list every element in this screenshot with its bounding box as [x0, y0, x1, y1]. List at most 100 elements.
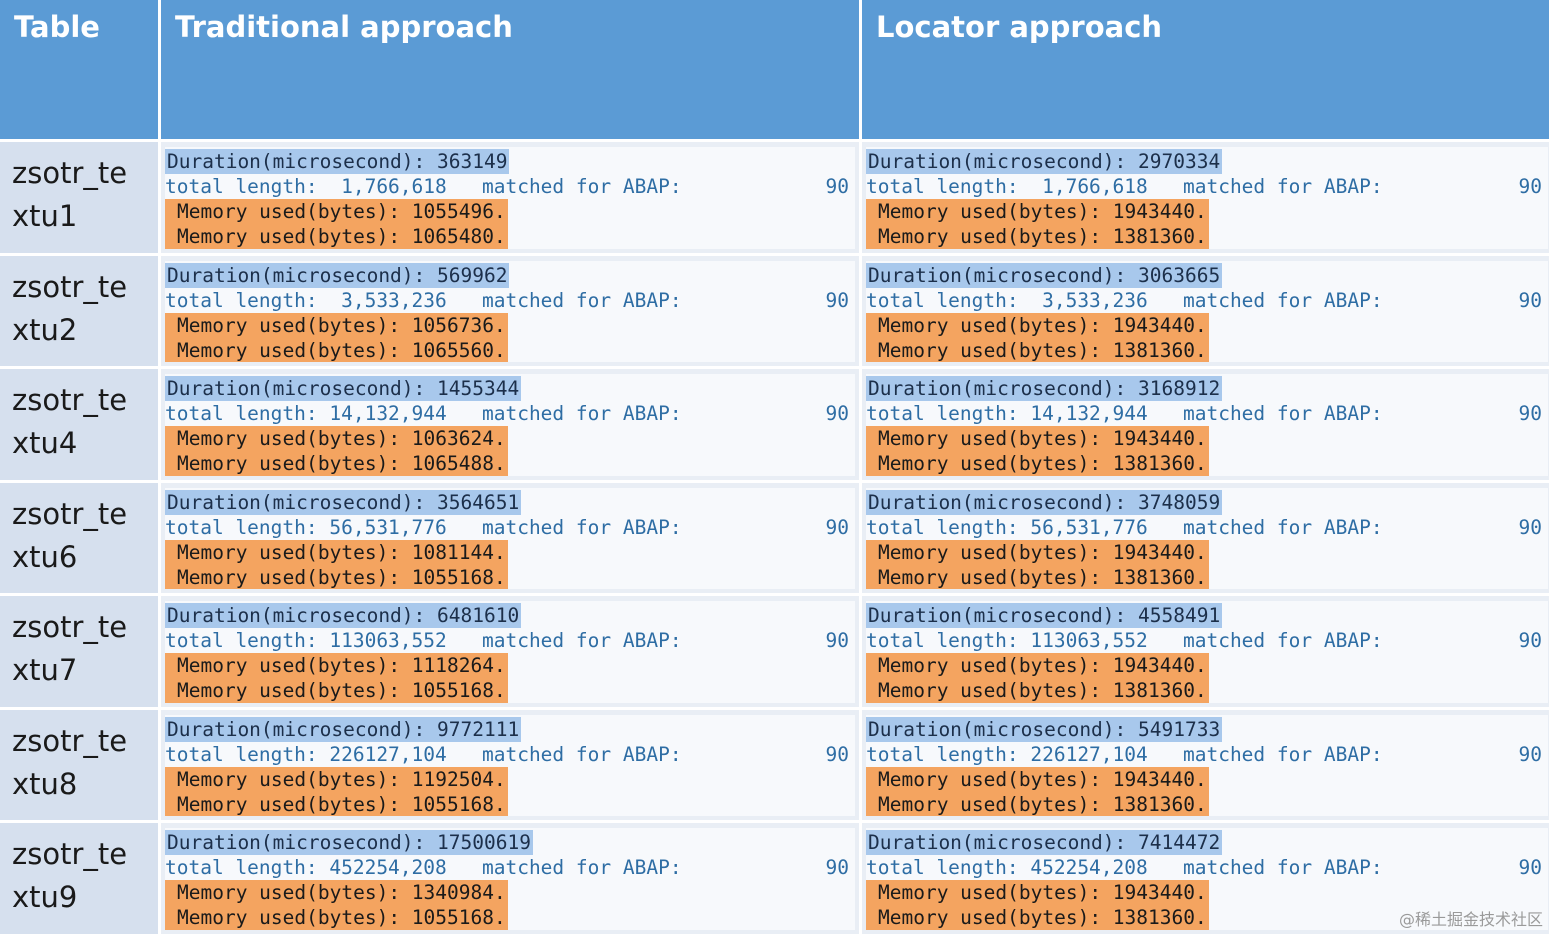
total-length-text: total length: 14,132,944 matched for ABA…	[866, 402, 1383, 426]
locator-result-cell: Duration(microsecond): 4558491 total leng…	[862, 596, 1549, 707]
matched-count: 90	[825, 856, 849, 880]
duration-line: Duration(microsecond): 7414472	[866, 830, 1548, 856]
duration-text: Duration(microsecond): 3168912	[866, 376, 1223, 402]
matched-count: 90	[1518, 515, 1542, 539]
result-log: Duration(microsecond): 6481610 total leng…	[165, 601, 855, 703]
traditional-result-cell: Duration(microsecond): 569962 total lengt…	[161, 255, 859, 367]
result-log: Duration(microsecond): 3564651 total leng…	[165, 487, 855, 590]
total-length-text: total length: 3,533,236 matched for ABAP…	[866, 288, 1383, 312]
duration-text: Duration(microsecond): 3748059	[866, 489, 1223, 515]
memory-line-2: Memory used(bytes): 1065480.	[165, 224, 855, 249]
memory-text: Memory used(bytes): 1943440.	[866, 426, 1209, 452]
memory-text: Memory used(bytes): 1381360.	[866, 337, 1209, 363]
duration-text: Duration(microsecond): 6481610	[165, 603, 522, 629]
total-length-line: total length: 113063,552 matched for ABA…	[165, 628, 855, 653]
memory-text: Memory used(bytes): 1943440.	[866, 880, 1209, 906]
result-log: Duration(microsecond): 569962 total lengt…	[165, 260, 855, 363]
total-length-line: total length: 1,766,618 matched for ABAP…	[165, 174, 855, 199]
memory-text: Memory used(bytes): 1381360.	[866, 451, 1209, 476]
matched-count: 90	[825, 402, 849, 426]
duration-text: Duration(microsecond): 7414472	[866, 830, 1223, 856]
memory-line-1: Memory used(bytes): 1055496.	[165, 199, 855, 224]
duration-line: Duration(microsecond): 3063665	[866, 262, 1548, 288]
memory-line-1: Memory used(bytes): 1063624.	[165, 426, 855, 452]
duration-line: Duration(microsecond): 2970334	[866, 149, 1548, 174]
table-name-cell: zsotr_te xtu8	[0, 709, 158, 821]
memory-text: Memory used(bytes): 1943440.	[866, 539, 1209, 565]
total-length-line: total length: 452254,208 matched for ABA…	[866, 855, 1548, 880]
memory-text: Memory used(bytes): 1381360.	[866, 224, 1209, 249]
comparison-table: Table Traditional approach Locator appro…	[0, 0, 1549, 934]
duration-text: Duration(microsecond): 9772111	[165, 716, 522, 742]
matched-count: 90	[1518, 742, 1542, 766]
duration-text: Duration(microsecond): 17500619	[165, 830, 533, 856]
total-length-line: total length: 1,766,618 matched for ABAP…	[866, 174, 1548, 199]
memory-text: Memory used(bytes): 1063624.	[165, 426, 508, 452]
memory-text: Memory used(bytes): 1943440.	[866, 199, 1209, 224]
memory-text: Memory used(bytes): 1118264.	[165, 653, 508, 679]
memory-line-1: Memory used(bytes): 1056736.	[165, 312, 855, 338]
memory-line-2: Memory used(bytes): 1381360.	[866, 678, 1548, 703]
matched-count: 90	[1518, 175, 1542, 198]
header-locator-approach: Locator approach	[862, 0, 1549, 139]
matched-count: 90	[825, 629, 849, 653]
memory-line-2: Memory used(bytes): 1055168.	[165, 791, 855, 817]
matched-count: 90	[1518, 856, 1542, 880]
memory-line-1: Memory used(bytes): 1118264.	[165, 653, 855, 679]
duration-text: Duration(microsecond): 3063665	[866, 262, 1223, 288]
result-log: Duration(microsecond): 4558491 total leng…	[866, 601, 1548, 703]
memory-line-1: Memory used(bytes): 1943440.	[866, 312, 1548, 338]
total-length-line: total length: 226127,104 matched for ABA…	[866, 742, 1548, 767]
duration-line: Duration(microsecond): 569962	[165, 262, 855, 288]
result-log: Duration(microsecond): 3748059 total leng…	[866, 487, 1548, 590]
memory-text: Memory used(bytes): 1381360.	[866, 905, 1209, 930]
memory-line-2: Memory used(bytes): 1381360.	[866, 451, 1548, 476]
memory-line-1: Memory used(bytes): 1943440.	[866, 766, 1548, 792]
table-name-cell: zsotr_te xtu1	[0, 142, 158, 253]
duration-text: Duration(microsecond): 5491733	[866, 716, 1223, 742]
duration-line: Duration(microsecond): 9772111	[165, 716, 855, 742]
memory-text: Memory used(bytes): 1065560.	[165, 337, 508, 363]
memory-line-1: Memory used(bytes): 1943440.	[866, 199, 1548, 224]
memory-text: Memory used(bytes): 1055496.	[165, 199, 508, 224]
duration-text: Duration(microsecond): 569962	[165, 262, 510, 288]
total-length-text: total length: 113063,552 matched for ABA…	[165, 629, 682, 653]
duration-text: Duration(microsecond): 1455344	[165, 376, 522, 402]
total-length-line: total length: 452254,208 matched for ABA…	[165, 855, 855, 880]
result-log: Duration(microsecond): 2970334 total leng…	[866, 147, 1548, 249]
total-length-line: total length: 226127,104 matched for ABA…	[165, 742, 855, 767]
matched-count: 90	[825, 288, 849, 312]
matched-count: 90	[825, 175, 849, 198]
total-length-text: total length: 56,531,776 matched for ABA…	[165, 515, 682, 539]
locator-result-cell: Duration(microsecond): 3748059 total leng…	[862, 482, 1549, 594]
memory-line-2: Memory used(bytes): 1065560.	[165, 337, 855, 363]
locator-result-cell: Duration(microsecond): 2970334 total leng…	[862, 142, 1549, 253]
duration-text: Duration(microsecond): 3564651	[165, 489, 522, 515]
memory-line-1: Memory used(bytes): 1081144.	[165, 539, 855, 565]
result-log: Duration(microsecond): 3063665 total leng…	[866, 260, 1548, 363]
memory-text: Memory used(bytes): 1056736.	[165, 312, 508, 338]
total-length-text: total length: 226127,104 matched for ABA…	[866, 742, 1383, 766]
memory-line-1: Memory used(bytes): 1340984.	[165, 880, 855, 906]
duration-line: Duration(microsecond): 3168912	[866, 376, 1548, 402]
duration-line: Duration(microsecond): 3564651	[165, 489, 855, 515]
memory-line-1: Memory used(bytes): 1943440.	[866, 653, 1548, 679]
memory-line-2: Memory used(bytes): 1055168.	[165, 564, 855, 590]
traditional-result-cell: Duration(microsecond): 363149 total lengt…	[161, 142, 859, 253]
header-traditional-approach: Traditional approach	[161, 0, 859, 139]
total-length-text: total length: 1,766,618 matched for ABAP…	[165, 175, 682, 198]
total-length-text: total length: 113063,552 matched for ABA…	[866, 629, 1383, 653]
total-length-text: total length: 56,531,776 matched for ABA…	[866, 515, 1383, 539]
memory-line-2: Memory used(bytes): 1381360.	[866, 224, 1548, 249]
duration-line: Duration(microsecond): 5491733	[866, 716, 1548, 742]
memory-text: Memory used(bytes): 1065488.	[165, 451, 508, 476]
total-length-line: total length: 3,533,236 matched for ABAP…	[165, 288, 855, 313]
locator-result-cell: Duration(microsecond): 5491733 total leng…	[862, 709, 1549, 821]
duration-line: Duration(microsecond): 4558491	[866, 603, 1548, 629]
total-length-text: total length: 14,132,944 matched for ABA…	[165, 402, 682, 426]
locator-result-cell: Duration(microsecond): 3063665 total leng…	[862, 255, 1549, 367]
memory-text: Memory used(bytes): 1340984.	[165, 880, 508, 906]
memory-line-2: Memory used(bytes): 1381360.	[866, 337, 1548, 363]
memory-line-2: Memory used(bytes): 1381360.	[866, 564, 1548, 590]
memory-text: Memory used(bytes): 1943440.	[866, 766, 1209, 792]
